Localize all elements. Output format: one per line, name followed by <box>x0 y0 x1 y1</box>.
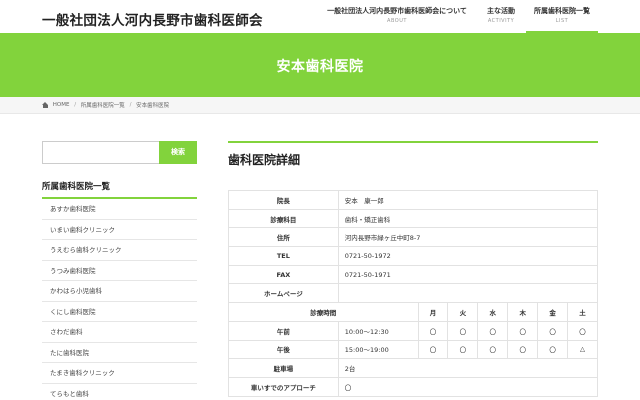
tel-value: 0721-50-1972 <box>337 246 599 266</box>
row-label: TEL <box>228 246 339 266</box>
home-icon <box>42 102 49 108</box>
breadcrumb-home[interactable]: HOME <box>53 102 70 108</box>
nav-activity-sub: ACTIVITY <box>487 18 515 24</box>
clinic-list-item[interactable]: うつみ歯科医院 <box>42 261 197 281</box>
clinic-list-item[interactable]: かわはら小児歯科 <box>42 281 197 302</box>
global-nav: 一般社団法人河内長野市歯科医師会について ABOUT 主な活動 ACTIVITY… <box>0 6 640 33</box>
row-label: ホームページ <box>228 283 339 304</box>
row-label: 住所 <box>228 227 339 248</box>
day-header: 金 <box>537 302 569 322</box>
nav-about-label: 一般社団法人河内長野市歯科医師会について <box>327 7 467 15</box>
am-hours: 10:00〜12:30 <box>337 320 419 341</box>
breadcrumb-list[interactable]: 所属歯科医院一覧 <box>81 101 125 109</box>
row-label: 車いすでのアプローチ <box>228 376 339 397</box>
availability-mark: 〇 <box>447 339 479 360</box>
table-row: TEL 0721-50-1972 <box>228 246 599 266</box>
availability-mark: 〇 <box>537 320 569 341</box>
availability-mark: 〇 <box>507 339 539 360</box>
availability-mark: △ <box>567 339 598 360</box>
address-value: 河内長野市緑ヶ丘中町8-7 <box>337 227 599 248</box>
nav-list[interactable]: 所属歯科医院一覧 LIST <box>526 6 598 33</box>
row-label: 午後 <box>228 339 339 360</box>
schedule-pm-row: 午後 15:00〜19:00 〇 〇 〇 〇 〇 △ <box>228 339 598 360</box>
availability-mark: 〇 <box>507 320 539 341</box>
table-row: 住所 河内長野市緑ヶ丘中町8-7 <box>228 227 599 248</box>
clinic-list-item[interactable]: いまい歯科クリニック <box>42 220 197 240</box>
nav-list-sub: LIST <box>555 18 569 24</box>
fax-value: 0721-50-1971 <box>337 264 599 285</box>
table-row: 車いすでのアプローチ 〇 <box>228 376 599 397</box>
clinic-list: あすか歯科医院 いまい歯科クリニック うえむら歯科クリニック うつみ歯科医院 か… <box>42 199 197 400</box>
clinic-list-item[interactable]: うえむら歯科クリニック <box>42 240 197 261</box>
clinic-list-item[interactable]: くにし歯科医院 <box>42 302 197 322</box>
availability-mark: 〇 <box>567 320 598 341</box>
clinic-list-item[interactable]: たに歯科医院 <box>42 343 197 363</box>
schedule-header-row: 診療時間 月 火 水 木 金 土 <box>228 302 598 322</box>
row-label: 院長 <box>228 190 339 210</box>
search-input[interactable] <box>42 141 160 164</box>
day-header: 月 <box>417 302 449 322</box>
row-label: 診療科目 <box>228 208 339 229</box>
breadcrumb-separator: / <box>129 102 132 108</box>
table-row: ホームページ <box>228 283 599 304</box>
availability-mark: 〇 <box>417 339 449 360</box>
availability-mark: 〇 <box>477 320 509 341</box>
page-hero: 安本歯科医院 <box>0 33 640 97</box>
availability-mark: 〇 <box>477 339 509 360</box>
nav-about-sub: ABOUT <box>387 18 407 24</box>
day-header: 火 <box>447 302 479 322</box>
homepage-value[interactable] <box>337 283 599 304</box>
page-title: 安本歯科医院 <box>276 59 364 75</box>
availability-mark: 〇 <box>537 339 569 360</box>
sidebar-title: 所属歯科医院一覧 <box>42 180 197 199</box>
site-header: 一般社団法人河内長野市歯科医師会 一般社団法人河内長野市歯科医師会について AB… <box>0 0 640 33</box>
row-label: 駐車場 <box>228 358 339 378</box>
row-label: 午前 <box>228 320 339 341</box>
director-value: 安本 康一郎 <box>337 190 599 210</box>
clinic-list-item[interactable]: てらもと歯科 <box>42 384 197 400</box>
table-row: 院長 安本 康一郎 <box>228 190 599 210</box>
day-header: 水 <box>477 302 509 322</box>
nav-about[interactable]: 一般社団法人河内長野市歯科医師会について ABOUT <box>326 6 468 24</box>
availability-mark: 〇 <box>447 320 479 341</box>
search-button[interactable]: 検索 <box>159 141 197 164</box>
nav-activity-label: 主な活動 <box>487 7 515 15</box>
nav-list-label: 所属歯科医院一覧 <box>534 7 590 15</box>
breadcrumb-separator: / <box>74 102 77 108</box>
clinic-list-item[interactable]: たまき歯科クリニック <box>42 363 197 384</box>
clinic-detail-table: 院長 安本 康一郎 診療科目 歯科・矯正歯科 住所 河内長野市緑ヶ丘中町8-7 … <box>228 190 599 397</box>
table-row: 駐車場 2台 <box>228 358 599 378</box>
table-row: FAX 0721-50-1971 <box>228 264 599 285</box>
wheelchair-value: 〇 <box>337 376 599 397</box>
row-label: FAX <box>228 264 339 285</box>
department-value: 歯科・矯正歯科 <box>337 208 599 229</box>
parking-value: 2台 <box>337 358 599 378</box>
section-title: 歯科医院詳細 <box>228 153 301 167</box>
nav-activity[interactable]: 主な活動 ACTIVITY <box>482 6 520 24</box>
breadcrumb-current: 安本歯科医院 <box>136 103 170 109</box>
clinic-list-item[interactable]: あすか歯科医院 <box>42 199 197 220</box>
schedule-am-row: 午前 10:00〜12:30 〇 〇 〇 〇 〇 〇 <box>228 320 598 341</box>
schedule-label: 診療時間 <box>228 302 419 322</box>
day-header: 土 <box>567 302 598 322</box>
pm-hours: 15:00〜19:00 <box>337 339 419 360</box>
section-divider <box>228 141 598 143</box>
table-row: 診療科目 歯科・矯正歯科 <box>228 208 599 229</box>
clinic-list-item[interactable]: さわだ歯科 <box>42 322 197 343</box>
day-header: 木 <box>507 302 539 322</box>
availability-mark: 〇 <box>417 320 449 341</box>
breadcrumb: HOME / 所属歯科医院一覧 / 安本歯科医院 <box>0 97 640 114</box>
